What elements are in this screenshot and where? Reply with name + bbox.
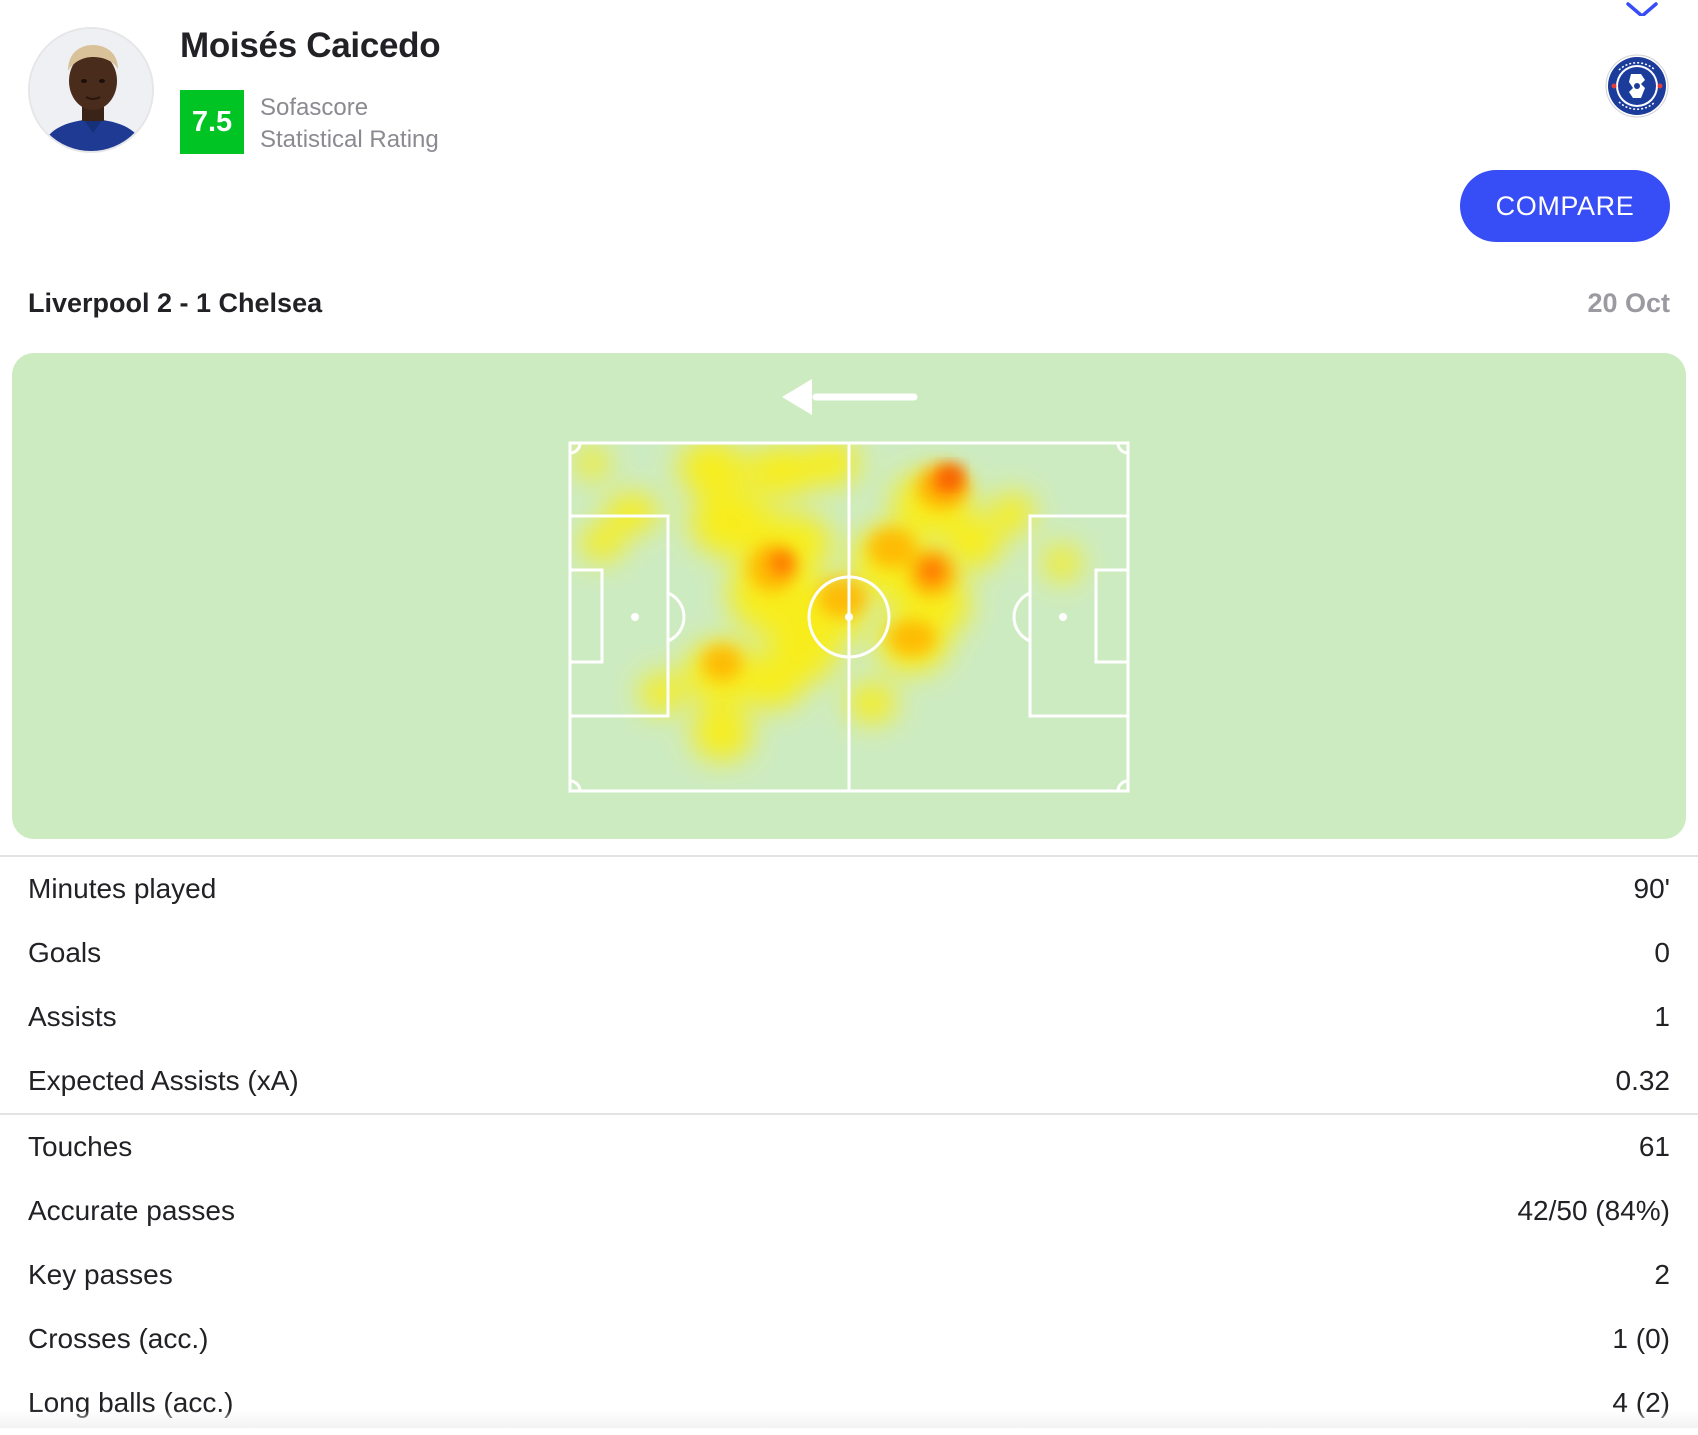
stat-label: Key passes — [28, 1259, 173, 1290]
heat-layer — [576, 443, 1080, 761]
stat-label: Expected Assists (xA) — [28, 1065, 299, 1096]
rating-badge: 7.5 — [180, 90, 244, 154]
stat-label: Goals — [28, 937, 102, 968]
stat-row-crosses: Crosses (acc.) 1 (0) — [0, 1307, 1698, 1371]
stat-value: 0.32 — [1615, 1065, 1671, 1096]
compare-button[interactable]: COMPARE — [1460, 170, 1670, 242]
stat-value: 0 — [1654, 937, 1670, 968]
stat-label: Accurate passes — [28, 1195, 235, 1226]
stats-group-general: Minutes played 90' Goals 0 Assists 1 Exp… — [0, 857, 1698, 1113]
stat-value: 2 — [1654, 1259, 1670, 1290]
stat-row-minutes: Minutes played 90' — [0, 857, 1698, 921]
stat-row-xa: Expected Assists (xA) 0.32 — [0, 1049, 1698, 1113]
match-date: 20 Oct — [1587, 288, 1670, 318]
stat-row-assists: Assists 1 — [0, 985, 1698, 1049]
stat-label: Touches — [28, 1131, 133, 1162]
rating-label: Sofascore Statistical Rating — [260, 92, 439, 156]
club-badge[interactable] — [1605, 54, 1669, 118]
stat-value: 1 (0) — [1612, 1323, 1670, 1354]
stat-label: Minutes played — [28, 873, 217, 904]
stat-row-goals: Goals 0 — [0, 921, 1698, 985]
stats-group-passing: Touches 61 Accurate passes 42/50 (84%) K… — [0, 1115, 1698, 1435]
stat-label: Crosses (acc.) — [28, 1323, 209, 1354]
player-name: Moisés Caicedo — [180, 26, 441, 65]
scroll-fade — [0, 1410, 1698, 1428]
stat-label: Assists — [28, 1001, 117, 1032]
chelsea-crest-icon — [1605, 54, 1669, 118]
match-title[interactable]: Liverpool 2 - 1 Chelsea — [28, 288, 322, 319]
rating-label-line1: Sofascore — [260, 94, 369, 121]
rating-label-line2: Statistical Rating — [260, 126, 439, 153]
heatmap-pitch — [568, 379, 1130, 793]
stat-value: 90' — [1633, 873, 1671, 904]
stat-value: 1 — [1654, 1001, 1670, 1032]
close-button[interactable] — [1624, 0, 1660, 16]
stat-value: 61 — [1638, 1131, 1670, 1162]
chevron-up-icon — [1626, 2, 1658, 16]
heatmap-card — [12, 353, 1686, 839]
arrow-left-icon — [782, 379, 918, 415]
stat-row-key-passes: Key passes 2 — [0, 1243, 1698, 1307]
stat-row-accurate-passes: Accurate passes 42/50 (84%) — [0, 1179, 1698, 1243]
stat-value: 42/50 (84%) — [1517, 1195, 1670, 1226]
stat-row-touches: Touches 61 — [0, 1115, 1698, 1179]
player-avatar — [28, 27, 154, 153]
